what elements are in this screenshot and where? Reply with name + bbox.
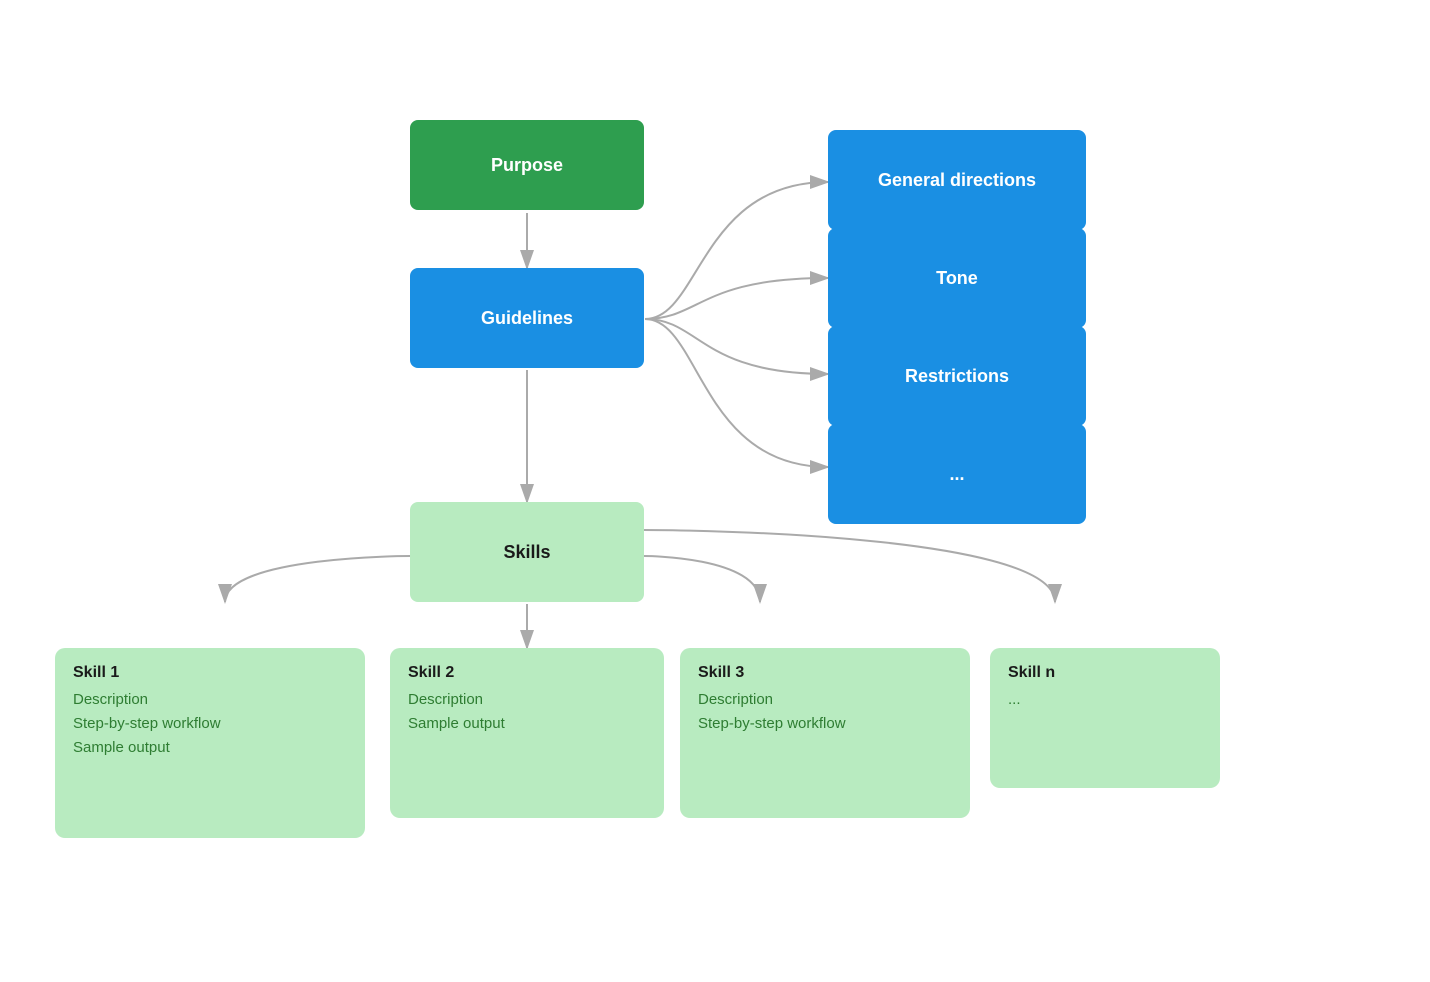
- restrictions-node: Restrictions: [828, 326, 1086, 426]
- purpose-node: Purpose: [410, 120, 644, 210]
- skill3-node: Skill 3 Description Step-by-step workflo…: [680, 648, 970, 818]
- general-directions-node: General directions: [828, 130, 1086, 230]
- tone-node: Tone: [828, 228, 1086, 328]
- skill2-node: Skill 2 Description Sample output: [390, 648, 664, 818]
- diagram-container: Purpose Guidelines General directions To…: [0, 0, 1430, 982]
- guidelines-node: Guidelines: [410, 268, 644, 368]
- skills-node: Skills: [410, 502, 644, 602]
- ellipsis-node: ...: [828, 424, 1086, 524]
- skilln-node: Skill n ...: [990, 648, 1220, 788]
- skill1-node: Skill 1 Description Step-by-step workflo…: [55, 648, 365, 838]
